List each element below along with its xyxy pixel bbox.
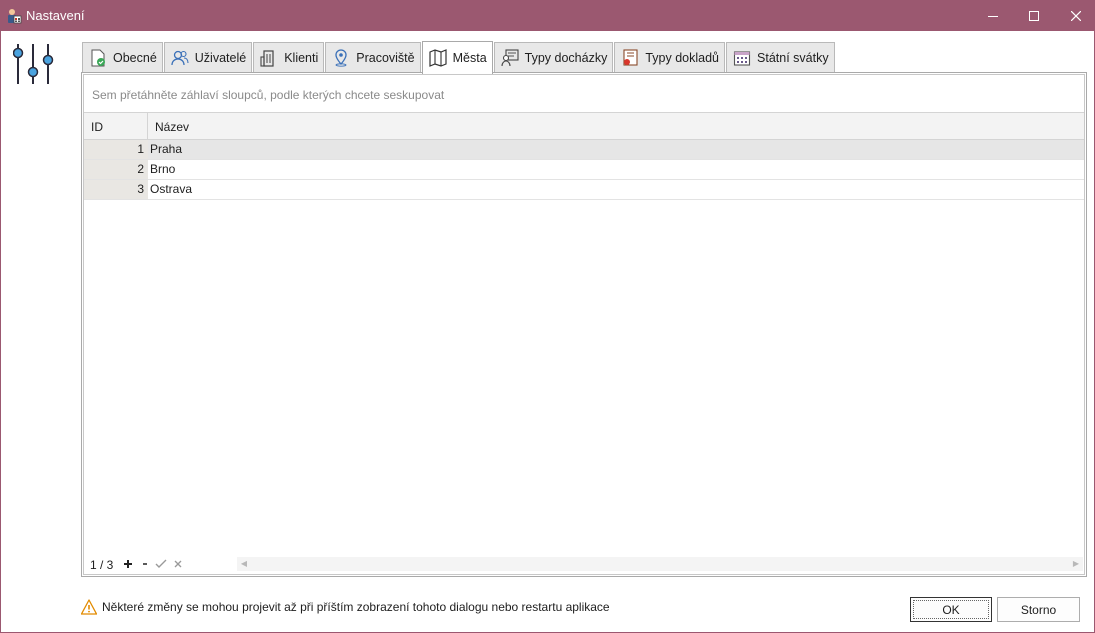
settings-tabs: Obecné Uživatelé Klienti Pracoviště Měst…: [82, 40, 836, 74]
tab-label: Uživatelé: [194, 51, 247, 65]
sliders-icon: [13, 44, 54, 84]
cell-name[interactable]: Ostrava: [148, 180, 1084, 199]
cell-id[interactable]: 3: [84, 180, 148, 199]
tab-label: Státní svátky: [757, 51, 829, 65]
tab-mesta[interactable]: Města: [421, 41, 493, 74]
tab-statni-svatky[interactable]: Státní svátky: [726, 42, 835, 73]
tab-label: Typy docházky: [524, 51, 608, 65]
column-header-id[interactable]: ID: [84, 113, 148, 139]
close-button[interactable]: [1053, 1, 1095, 31]
tab-typy-dokladu[interactable]: Typy dokladů: [614, 42, 726, 73]
column-header-row: ID Název: [84, 113, 1084, 140]
building-icon: [260, 50, 274, 67]
cancel-edit-button[interactable]: [171, 557, 185, 571]
minimize-icon: [988, 16, 998, 17]
attendance-icon: [501, 49, 519, 67]
minimize-button[interactable]: [970, 1, 1016, 31]
group-by-hint: Sem přetáhněte záhlaví sloupců, podle kt…: [92, 88, 445, 102]
delete-record-button[interactable]: [138, 557, 152, 571]
tab-label: Klienti: [284, 51, 319, 65]
maximize-button[interactable]: [1011, 1, 1057, 31]
cell-id[interactable]: 1: [84, 140, 148, 159]
maximize-icon: [1029, 11, 1039, 21]
grid-navigator: 1 / 3 ◀ ▶: [84, 555, 1084, 574]
tab-panel-mesta: Sem přetáhněte záhlaví sloupců, podle kt…: [81, 72, 1087, 577]
column-header-name[interactable]: Název: [148, 113, 1084, 139]
tab-label: Pracoviště: [356, 51, 415, 65]
scroll-right-icon[interactable]: ▶: [1071, 559, 1081, 569]
settings-window: Nastavení Obecné Uživatelé Klienti Praco…: [0, 0, 1095, 633]
group-by-panel[interactable]: Sem přetáhněte záhlaví sloupců, podle kt…: [84, 75, 1084, 113]
tab-pracoviste[interactable]: Pracoviště: [325, 42, 421, 73]
restart-warning: Některé změny se mohou projevit až při p…: [81, 599, 610, 615]
table-row[interactable]: 3 Ostrava: [84, 180, 1084, 200]
plus-icon: [124, 560, 132, 568]
ok-button[interactable]: OK: [910, 597, 992, 622]
tab-klienti[interactable]: Klienti: [253, 42, 325, 73]
table-row[interactable]: 1 Praha: [84, 140, 1084, 160]
calendar-icon: [733, 51, 751, 66]
checkmark-icon: [155, 559, 167, 568]
record-position: 1 / 3: [90, 558, 114, 572]
close-icon: [1071, 11, 1081, 21]
table-row[interactable]: 2 Brno: [84, 160, 1084, 180]
map-icon: [429, 49, 447, 67]
cities-grid: Sem přetáhněte záhlaví sloupců, podle kt…: [83, 74, 1085, 575]
window-title: Nastavení: [26, 8, 85, 23]
app-icon: [8, 9, 22, 24]
cancel-button[interactable]: Storno: [997, 597, 1080, 622]
tab-label: Typy dokladů: [645, 51, 720, 65]
cell-name[interactable]: Praha: [148, 140, 1084, 159]
minus-icon: [143, 563, 147, 565]
tab-obecne[interactable]: Obecné: [82, 42, 163, 73]
document-stamp-icon: [623, 49, 638, 66]
tab-typy-dochazky[interactable]: Typy docházky: [493, 42, 614, 73]
warning-text: Některé změny se mohou projevit až při p…: [102, 600, 610, 614]
cross-icon: [174, 560, 182, 568]
cell-id[interactable]: 2: [84, 160, 148, 179]
cell-name[interactable]: Brno: [148, 160, 1084, 179]
tab-label: Města: [452, 51, 487, 65]
horizontal-scrollbar[interactable]: ◀ ▶: [237, 557, 1083, 571]
save-record-button[interactable]: [154, 557, 168, 571]
grid-rows: 1 Praha 2 Brno 3 Ostrava: [84, 140, 1084, 200]
document-check-icon: [91, 49, 105, 67]
warning-icon: [81, 599, 97, 615]
title-bar[interactable]: Nastavení: [1, 1, 1094, 31]
scroll-left-icon[interactable]: ◀: [239, 559, 249, 569]
add-record-button[interactable]: [121, 557, 135, 571]
location-pin-icon: [335, 49, 347, 67]
tab-uzivatele[interactable]: Uživatelé: [163, 42, 253, 73]
users-icon: [171, 50, 189, 66]
tab-label: Obecné: [113, 51, 157, 65]
dialog-content: Obecné Uživatelé Klienti Pracoviště Měst…: [1, 31, 1094, 632]
